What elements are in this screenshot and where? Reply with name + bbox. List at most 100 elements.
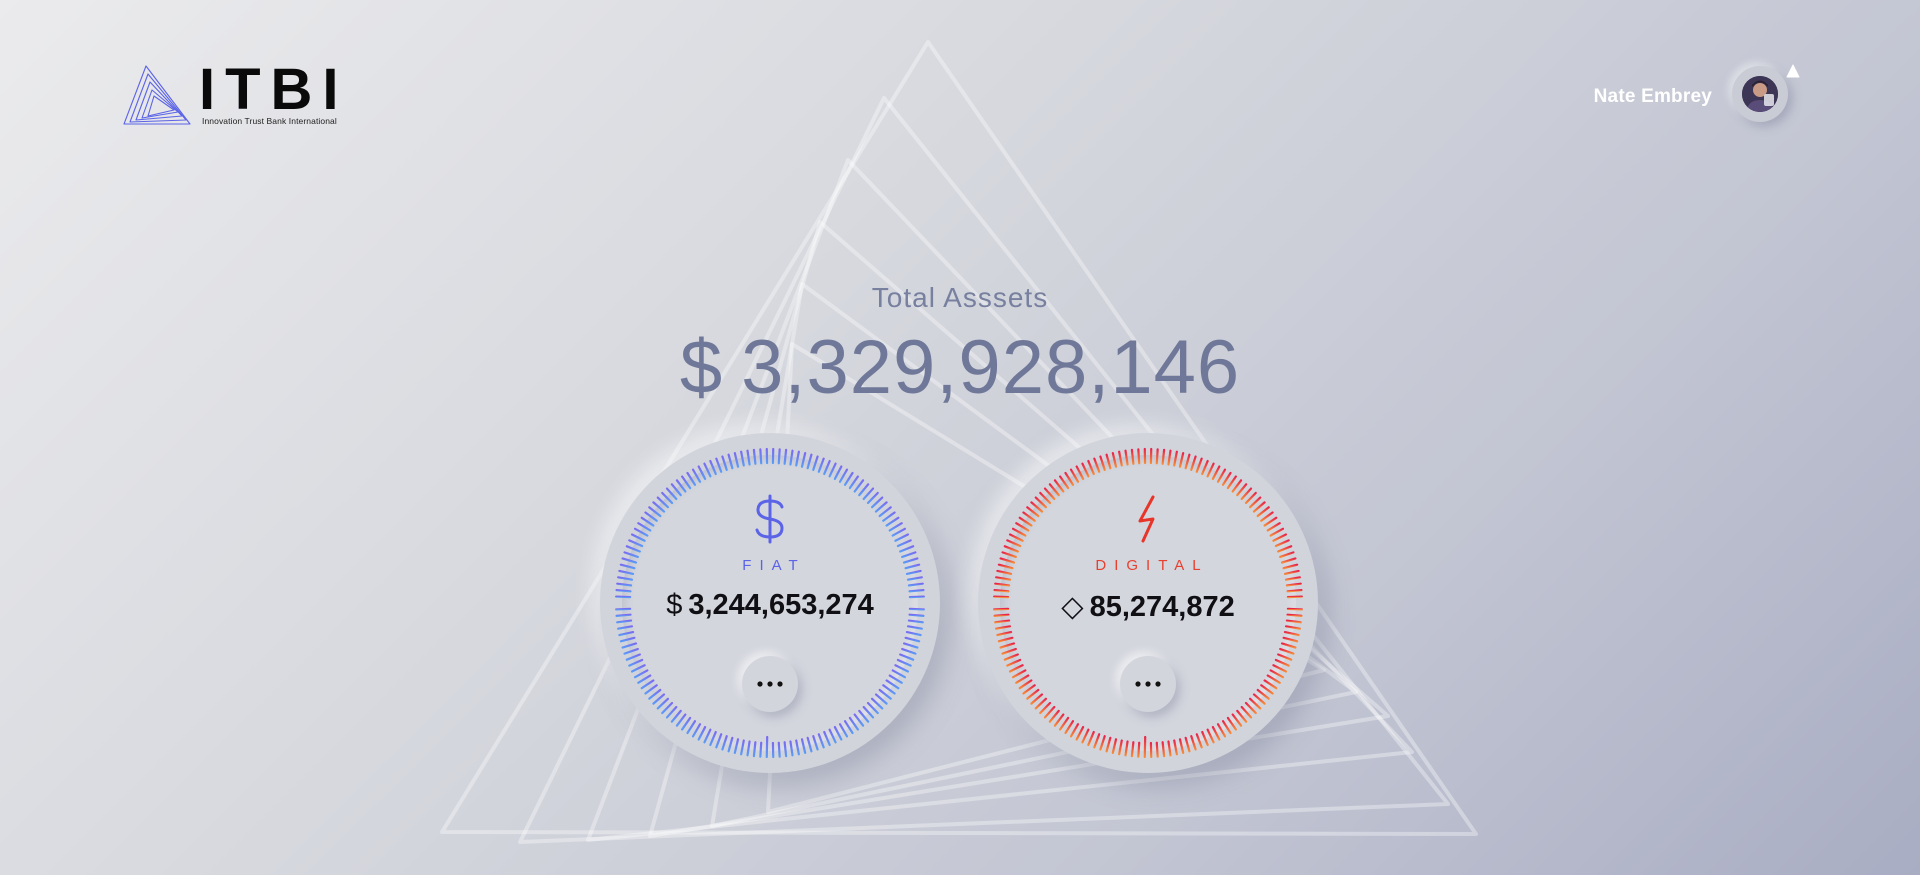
gauge-tick	[681, 475, 692, 490]
gauge-tick	[1015, 674, 1030, 684]
gauge-tick	[697, 465, 707, 481]
digital-account-card[interactable]: DIGITAL ◇ 85,274,872	[978, 433, 1318, 773]
gauge-tick	[1231, 479, 1243, 493]
gauge-tick	[1280, 642, 1297, 649]
gauge-tick	[907, 582, 924, 587]
gauge-tick	[686, 720, 697, 735]
gauge-tick	[1216, 723, 1227, 738]
gauge-tick	[777, 741, 781, 758]
fiat-currency-symbol: $	[666, 589, 683, 621]
gauge-tick	[752, 741, 757, 758]
user-avatar	[1742, 76, 1778, 112]
avatar-button[interactable]	[1732, 66, 1788, 122]
brand-logo[interactable]: ITBI Innovation Trust Bank International	[122, 60, 344, 128]
gauge-tick	[1043, 705, 1056, 719]
gauge-tick	[995, 576, 1012, 581]
gauge-tick	[1201, 459, 1209, 476]
digital-more-button[interactable]	[1120, 656, 1176, 712]
gauge-tick	[746, 449, 751, 466]
gauge-tick	[746, 740, 751, 757]
gauge-tick	[1266, 674, 1281, 684]
gauge-tick	[1190, 735, 1197, 751]
gauge-tick	[1087, 730, 1095, 747]
gauge-tick	[1263, 679, 1278, 690]
gauge-tick	[1195, 457, 1203, 473]
gauge-tick	[1244, 701, 1257, 715]
gauge-tick	[848, 475, 859, 490]
gauge-tick	[1081, 462, 1090, 478]
gauge-tick	[675, 713, 687, 727]
gauge-tick	[740, 739, 745, 756]
gauge-tick	[1006, 658, 1022, 667]
gauge-tick	[1105, 453, 1112, 470]
total-assets-amount: 3,329,928,146	[741, 325, 1241, 410]
gauge-tick	[1093, 733, 1101, 749]
gauge-tick	[715, 457, 723, 473]
fiat-account-card[interactable]: FIAT $3,244,653,274	[600, 433, 940, 773]
fiat-more-button[interactable]	[742, 656, 798, 712]
digital-currency-symbol: ◇	[1061, 591, 1084, 623]
gauge-tick	[752, 448, 757, 465]
gauge-tick	[617, 576, 634, 581]
gauge-tick	[1099, 455, 1106, 471]
gauge-tick	[1130, 448, 1135, 465]
gauge-tick	[1277, 653, 1293, 661]
gauge-tick	[1173, 450, 1178, 467]
brand-name: ITBI	[199, 57, 349, 122]
gauge-tick	[644, 684, 658, 695]
gauge-tick	[661, 701, 674, 715]
gauge-tick	[1284, 625, 1301, 630]
gauge-tick	[906, 576, 923, 581]
gauge-tick	[888, 674, 903, 684]
gauge-tick	[899, 653, 915, 661]
gauge-tick	[833, 465, 843, 481]
gauge-tick	[1279, 647, 1295, 655]
gauge-tick	[1178, 451, 1185, 468]
gauge-tick	[1221, 471, 1232, 486]
gauge-tick	[1130, 741, 1135, 758]
gauge-tick	[1081, 728, 1090, 744]
gauge-tick	[1075, 465, 1085, 481]
gauge-tick	[619, 636, 636, 643]
gauge-tick	[896, 658, 912, 667]
gauge-tick	[870, 697, 884, 710]
dollar-icon	[600, 493, 940, 550]
gauge-tick	[1137, 741, 1141, 758]
gauge-tick	[733, 738, 740, 755]
gauge-tick	[721, 455, 728, 471]
gauge-tick	[838, 723, 849, 738]
gauge-tick	[806, 453, 813, 470]
gauge-tick	[1167, 449, 1172, 466]
gauge-tick	[1105, 736, 1112, 753]
digital-amount-value: 85,274,872	[1089, 591, 1235, 623]
user-name: Nate Embrey	[1593, 86, 1712, 107]
gauge-tick	[656, 697, 670, 710]
gauge-tick	[853, 713, 865, 727]
gauge-tick	[1206, 728, 1215, 744]
gauge-tick	[1022, 684, 1036, 695]
gauge-tick	[697, 725, 707, 741]
fiat-label: FIAT	[742, 557, 806, 574]
gauge-tick	[1206, 462, 1215, 478]
gauge-tick	[1034, 697, 1048, 710]
gauge-tick	[1178, 738, 1185, 755]
total-assets-value: $3,329,928,146	[0, 324, 1920, 411]
notification-triangle-icon[interactable]	[1786, 64, 1800, 78]
lightning-icon	[978, 493, 1318, 550]
gauge-tick	[625, 653, 641, 661]
gauge-tick	[681, 716, 692, 731]
gauge-tick	[1124, 449, 1129, 466]
gauge-tick	[1216, 468, 1227, 483]
more-icon	[1135, 681, 1161, 687]
gauge-tick	[995, 625, 1012, 630]
gauge-tick	[1155, 741, 1159, 758]
digital-amount: ◇ 85,274,872	[978, 589, 1318, 624]
fiat-amount-value: 3,244,653,274	[688, 589, 874, 621]
gauge-tick	[1018, 679, 1033, 690]
gauge-tick	[858, 709, 870, 723]
avatar-photo-icon	[1742, 76, 1778, 112]
gauge-tick	[715, 733, 723, 749]
gauge-tick	[882, 684, 896, 695]
gauge-tick	[623, 647, 639, 655]
gauge-tick	[1284, 576, 1301, 581]
